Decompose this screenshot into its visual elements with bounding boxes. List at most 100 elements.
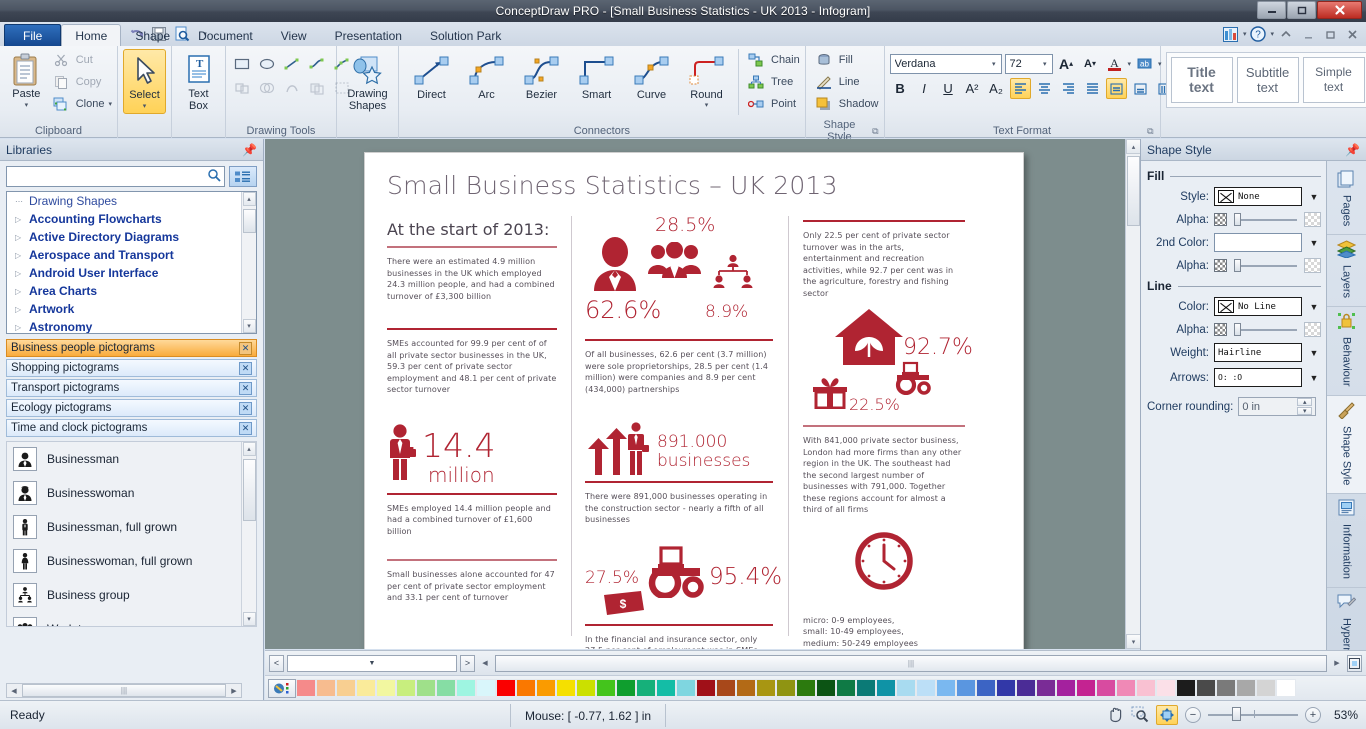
fill-button[interactable]: Fill [813, 49, 879, 71]
color-swatch[interactable] [736, 679, 756, 697]
subscript-button[interactable]: A₂ [986, 78, 1007, 99]
line-alpha-slider[interactable] [1232, 323, 1299, 336]
tree-item-android-user-interface[interactable]: ▷ Android User Interface [7, 264, 256, 282]
tree-item-artwork[interactable]: ▷ Artwork [7, 300, 256, 318]
list-item[interactable]: Businesswoman [7, 476, 256, 510]
tree-twisty-icon[interactable]: ▷ [15, 323, 29, 332]
restore-button[interactable] [1287, 1, 1316, 19]
second-alpha-reset-button[interactable] [1304, 258, 1321, 273]
tree-item-drawing-shapes[interactable]: ⋯ Drawing Shapes [7, 192, 256, 210]
grow-font-button[interactable]: A ▴ [1056, 53, 1077, 74]
tab-file[interactable]: File [4, 24, 62, 46]
color-swatch[interactable] [336, 679, 356, 697]
intersect-icon[interactable] [281, 77, 303, 98]
canvas-hscroll-thumb[interactable]: ||| [495, 654, 1327, 672]
tree-scroll-up-button[interactable]: ▴ [242, 192, 256, 206]
color-swatch[interactable] [936, 679, 956, 697]
zoom-in-button[interactable]: + [1305, 707, 1321, 723]
fit-page-button[interactable] [1347, 654, 1362, 672]
color-swatch[interactable] [716, 679, 736, 697]
document-page[interactable]: Small Business Statistics – UK 2013 At t… [364, 152, 1024, 649]
tree-scroll-down-button[interactable]: ▾ [242, 319, 256, 333]
side-tab-pages[interactable]: Pages [1327, 165, 1366, 236]
canvas-vertical-scrollbar[interactable]: ▴ ▾ [1125, 139, 1141, 649]
paste-button[interactable]: Paste ▾ [5, 49, 48, 112]
library-tab-shopping-pictograms[interactable]: Shopping pictograms ✕ [6, 359, 257, 377]
minimize-button[interactable] [1257, 1, 1286, 19]
tree-item-astronomy[interactable]: ▷ Astronomy [7, 318, 256, 333]
color-swatch[interactable] [976, 679, 996, 697]
second-alpha-slider[interactable] [1232, 259, 1299, 272]
color-swatch[interactable] [1216, 679, 1236, 697]
color-swatch[interactable] [896, 679, 916, 697]
clone-dropdown-icon[interactable]: ▾ [108, 100, 112, 108]
highlight-button[interactable]: ab [1134, 53, 1155, 74]
color-swatch[interactable] [1116, 679, 1136, 697]
align-justify-button[interactable] [1082, 78, 1103, 99]
side-tab-information[interactable]: Information [1327, 494, 1366, 589]
align-center-button[interactable] [1034, 78, 1055, 99]
zoom-select-icon[interactable] [1131, 705, 1149, 726]
close-icon[interactable]: ✕ [239, 421, 252, 435]
side-tab-behaviour[interactable]: Behaviour [1327, 307, 1366, 396]
bold-button[interactable]: B [890, 78, 911, 99]
color-swatch[interactable] [1016, 679, 1036, 697]
slider-knob[interactable] [1234, 259, 1241, 272]
tab-view[interactable]: View [267, 25, 321, 46]
search-icon[interactable] [207, 168, 221, 185]
side-tab-layers[interactable]: Layers [1327, 235, 1366, 308]
close-button[interactable] [1317, 1, 1362, 19]
copy-button[interactable]: Copy [50, 71, 112, 93]
color-swatch[interactable] [596, 679, 616, 697]
color-swatch[interactable] [1136, 679, 1156, 697]
italic-button[interactable]: I [914, 78, 935, 99]
second-color-combo[interactable] [1214, 233, 1302, 252]
color-swatch[interactable] [756, 679, 776, 697]
combine-icon[interactable] [306, 77, 328, 98]
color-swatch[interactable] [1256, 679, 1276, 697]
color-swatch[interactable] [696, 679, 716, 697]
arc-icon[interactable] [306, 53, 328, 74]
corner-rounding-down[interactable]: ▾ [1297, 407, 1313, 415]
list-item[interactable]: Business group [7, 578, 256, 612]
canvas-area[interactable]: Small Business Statistics – UK 2013 At t… [265, 139, 1140, 649]
tree-twisty-icon[interactable]: ▷ [15, 305, 29, 314]
color-swatch[interactable] [1156, 679, 1176, 697]
chevron-down-icon[interactable]: ▼ [1307, 348, 1321, 358]
color-swatch[interactable] [416, 679, 436, 697]
tree-twisty-icon[interactable]: ▷ [15, 269, 29, 278]
list-item[interactable]: Businesswoman, full grown [7, 544, 256, 578]
connector-arc-button[interactable]: Arc [459, 49, 514, 101]
color-swatch[interactable] [1036, 679, 1056, 697]
canvas-scroll-thumb[interactable] [1126, 156, 1140, 226]
tab-document[interactable]: Document [184, 25, 267, 46]
tab-shape[interactable]: Shape [121, 25, 184, 46]
tree-view-toggle-button[interactable] [229, 166, 257, 187]
slider-knob[interactable] [1234, 213, 1241, 226]
rectangle-icon[interactable] [231, 53, 253, 74]
text-box-button[interactable]: T Text Box [177, 49, 220, 112]
line-button[interactable]: Line [813, 71, 879, 93]
point-button[interactable]: Point [745, 93, 800, 115]
line-alpha-reset-button[interactable] [1304, 322, 1321, 337]
color-swatch[interactable] [1096, 679, 1116, 697]
line-arrows-combo[interactable]: O: :O [1214, 368, 1302, 387]
pin-icon[interactable]: 📌 [242, 143, 257, 157]
chevron-down-icon[interactable]: ▼ [1307, 192, 1321, 202]
color-swatch[interactable] [1196, 679, 1216, 697]
close-icon[interactable]: ✕ [239, 381, 252, 395]
next-page-button[interactable]: > [460, 654, 475, 672]
tree-scroll-thumb[interactable] [242, 209, 256, 233]
canvas-scroll-down-button[interactable]: ▾ [1126, 634, 1141, 649]
color-swatch[interactable] [776, 679, 796, 697]
line-color-combo[interactable]: No Line [1214, 297, 1302, 316]
color-swatch[interactable] [636, 679, 656, 697]
color-swatch[interactable] [456, 679, 476, 697]
close-icon[interactable]: ✕ [239, 401, 252, 415]
library-tab-ecology-pictograms[interactable]: Ecology pictograms ✕ [6, 399, 257, 417]
tree-twisty-icon[interactable]: ▷ [15, 215, 29, 224]
select-tool-button[interactable]: Select ▾ [123, 49, 166, 114]
tab-solution-park[interactable]: Solution Park [416, 25, 515, 46]
valign-bottom-button[interactable] [1130, 78, 1151, 99]
color-swatch[interactable] [1276, 679, 1296, 697]
